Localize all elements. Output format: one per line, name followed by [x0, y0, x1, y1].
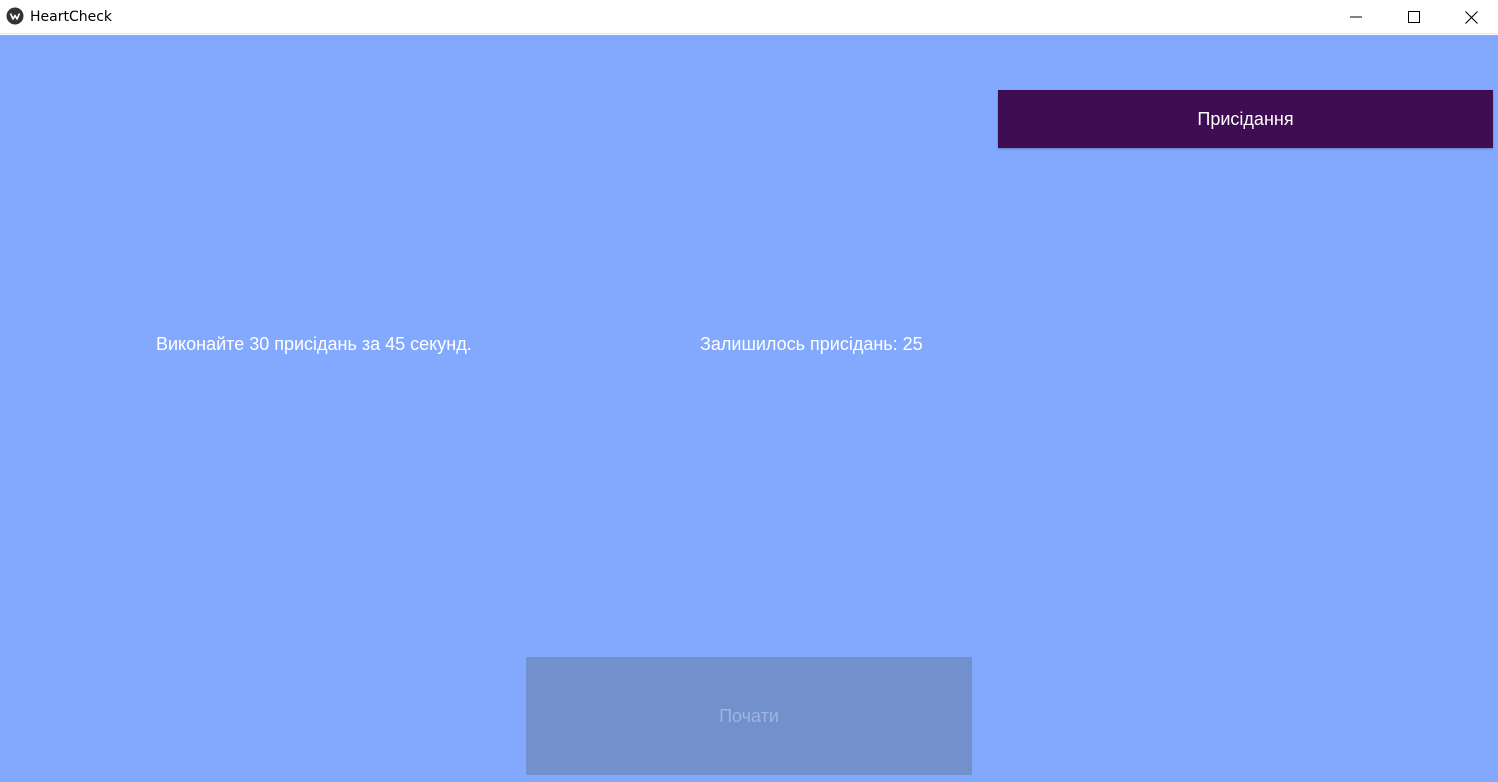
close-icon — [1464, 10, 1478, 24]
app-window: HeartCheck Присідання Виконайте 30 присі… — [0, 0, 1498, 782]
start-button[interactable]: Почати — [526, 657, 972, 775]
main-content: Присідання Виконайте 30 присідань за 45 … — [0, 35, 1498, 782]
maximize-icon — [1408, 11, 1420, 23]
minimize-icon — [1350, 16, 1362, 18]
remaining-squats-label: Залишилось присідань: 25 — [700, 334, 923, 354]
minimize-button[interactable] — [1327, 0, 1385, 34]
kivy-logo-icon — [6, 7, 24, 25]
instruction-label: Виконайте 30 присідань за 45 секунд. — [156, 334, 472, 354]
title-bar[interactable]: HeartCheck — [0, 0, 1498, 34]
maximize-button[interactable] — [1385, 0, 1443, 34]
close-button[interactable] — [1442, 0, 1498, 34]
exercise-title-button[interactable]: Присідання — [998, 90, 1493, 148]
window-title: HeartCheck — [30, 9, 113, 25]
